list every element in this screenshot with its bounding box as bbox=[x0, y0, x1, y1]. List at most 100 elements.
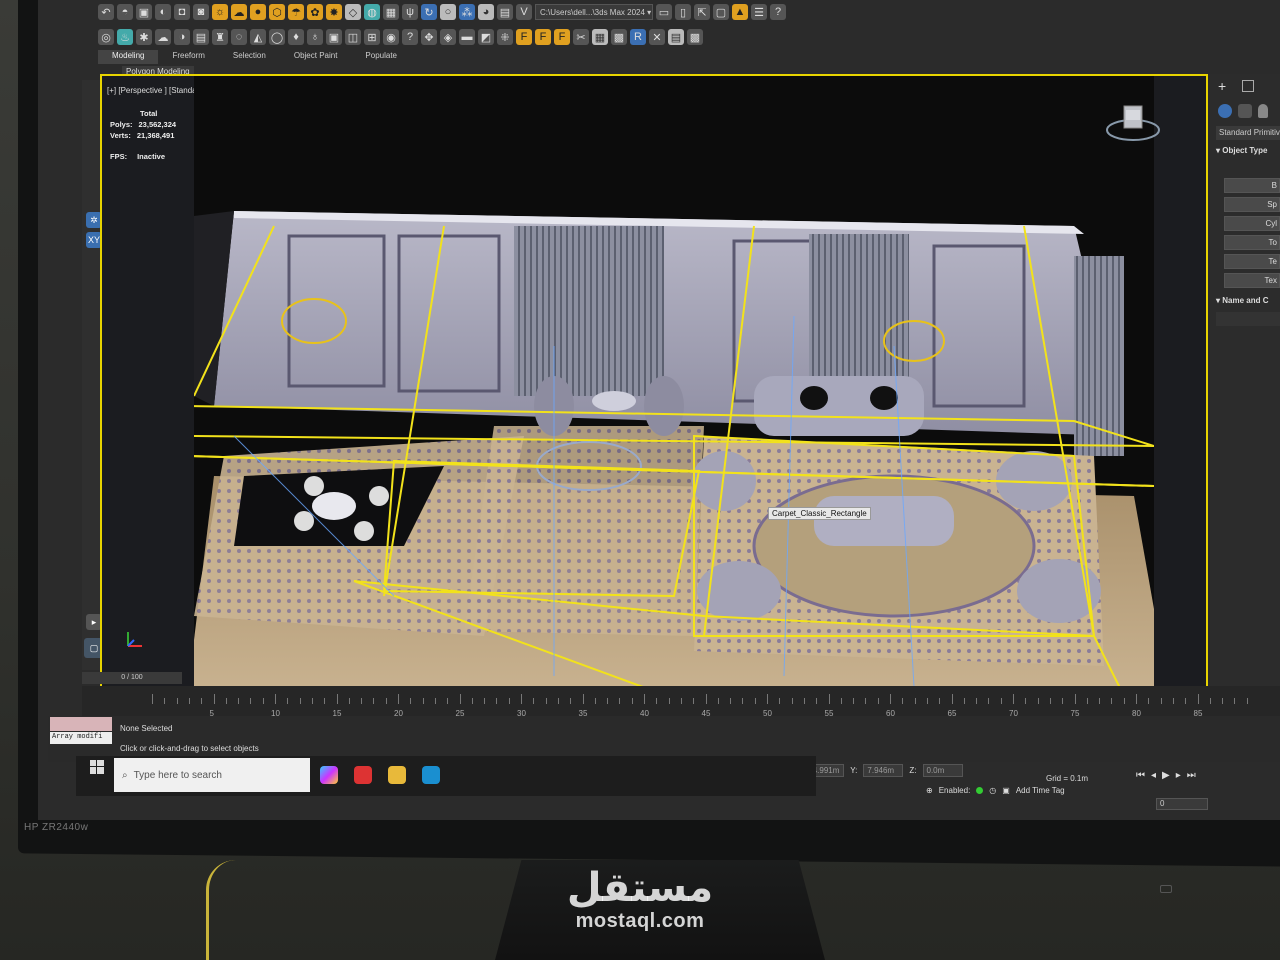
lamp-icon[interactable]: ♜ bbox=[212, 29, 228, 45]
taskbar-search[interactable]: ⌕ Type here to search bbox=[114, 758, 310, 792]
gamepad-icon[interactable]: ◎ bbox=[98, 29, 114, 45]
forest-fs-icon[interactable]: F bbox=[535, 29, 551, 45]
maxscript-listener[interactable] bbox=[50, 717, 112, 731]
sheet-icon[interactable]: ▤ bbox=[668, 29, 684, 45]
modify-tab-icon[interactable] bbox=[1242, 80, 1254, 92]
green-box-icon[interactable]: ▩ bbox=[611, 29, 627, 45]
key-icon[interactable]: ⊕ bbox=[926, 786, 933, 795]
cloud2-icon[interactable]: ☁ bbox=[155, 29, 171, 45]
scene-render[interactable] bbox=[194, 76, 1154, 722]
hex-icon[interactable]: ⬡ bbox=[269, 4, 285, 20]
previous-frame-icon[interactable]: ◂ bbox=[1151, 770, 1156, 781]
flower-icon[interactable]: ✿ bbox=[307, 4, 323, 20]
panel-icon[interactable]: ▩ bbox=[687, 29, 703, 45]
create-tab-icon[interactable]: + bbox=[1218, 78, 1226, 94]
shapes-icon[interactable] bbox=[1238, 104, 1252, 118]
time-tag-icon[interactable]: ▣ bbox=[1002, 786, 1010, 795]
frame-icon[interactable]: ▣ bbox=[326, 29, 342, 45]
table-icon[interactable]: ▦ bbox=[592, 29, 608, 45]
layers-icon[interactable]: ▤ bbox=[497, 4, 513, 20]
project-path-dropdown[interactable]: C:\Users\dell...\3ds Max 2024 ▾ bbox=[535, 4, 653, 20]
windows-start-icon[interactable] bbox=[90, 760, 104, 774]
dots-icon[interactable]: ⁂ bbox=[459, 4, 475, 20]
cone-icon[interactable]: ◭ bbox=[250, 29, 266, 45]
notes-icon[interactable]: ▤ bbox=[193, 29, 209, 45]
split-icon[interactable]: ◫ bbox=[345, 29, 361, 45]
warning-icon[interactable]: ▲ bbox=[732, 4, 748, 20]
tile-icon[interactable]: ⊞ bbox=[364, 29, 380, 45]
help-icon[interactable]: ? bbox=[770, 4, 786, 20]
window-icon[interactable]: ▢ bbox=[713, 4, 729, 20]
sphere-icon[interactable]: ● bbox=[250, 4, 266, 20]
render-icon[interactable]: ◘ bbox=[174, 4, 190, 20]
teapot-icon[interactable]: ◓ bbox=[117, 4, 133, 20]
grid-icon[interactable]: ▦ bbox=[383, 4, 399, 20]
clock-icon[interactable]: ◷ bbox=[989, 786, 996, 795]
name-and-color-header[interactable]: ▾ Name and C bbox=[1216, 296, 1268, 305]
play-icon[interactable]: ▶ bbox=[1162, 770, 1170, 781]
cylinder-button[interactable]: Cyl bbox=[1224, 216, 1280, 231]
vray-icon[interactable]: V bbox=[516, 4, 532, 20]
3dsmax-taskbar-icon[interactable] bbox=[422, 766, 440, 784]
sphere-button[interactable]: Sp bbox=[1224, 197, 1280, 212]
grass-icon[interactable]: ψ bbox=[402, 4, 418, 20]
camera-icon[interactable]: ◙ bbox=[193, 4, 209, 20]
tab-freeform[interactable]: Freeform bbox=[158, 50, 218, 64]
geometry-icon[interactable] bbox=[1218, 104, 1232, 118]
flame-icon[interactable]: ♦ bbox=[288, 29, 304, 45]
cube-icon[interactable]: ◇ bbox=[345, 4, 361, 20]
tab-modeling[interactable]: Modeling bbox=[98, 50, 159, 64]
refresh-icon[interactable]: ↻ bbox=[421, 4, 437, 20]
export-icon[interactable]: ⇱ bbox=[694, 4, 710, 20]
star-icon[interactable]: ✸ bbox=[326, 4, 342, 20]
tab-populate[interactable]: Populate bbox=[351, 50, 411, 64]
eye-icon[interactable]: ◉ bbox=[383, 29, 399, 45]
umbrella-icon[interactable]: ☂ bbox=[288, 4, 304, 20]
tab-selection[interactable]: Selection bbox=[219, 50, 280, 64]
lights-icon[interactable] bbox=[1258, 104, 1268, 118]
current-frame-field[interactable]: 0 bbox=[1156, 798, 1208, 810]
trash-icon[interactable]: ▬ bbox=[459, 29, 475, 45]
forest-fp-icon[interactable]: F bbox=[554, 29, 570, 45]
perspective-viewport[interactable]: [+] [Perspective ] [Standard ] [Default … bbox=[100, 74, 1208, 722]
torus-button[interactable]: To bbox=[1224, 235, 1280, 250]
save-icon[interactable]: ▯ bbox=[675, 4, 691, 20]
wrench-icon[interactable]: ✕ bbox=[649, 29, 665, 45]
primitive-type-dropdown[interactable]: Standard Primitives bbox=[1216, 126, 1280, 140]
question-icon[interactable]: ? bbox=[402, 29, 418, 45]
light-icon[interactable]: ✱ bbox=[136, 29, 152, 45]
z-field[interactable]: 0.0m bbox=[922, 764, 963, 777]
go-to-start-icon[interactable]: ⏮ bbox=[1136, 770, 1145, 781]
tab-object-paint[interactable]: Object Paint bbox=[280, 50, 352, 64]
bulb-icon[interactable]: ♁ bbox=[307, 29, 323, 45]
viewcube-icon[interactable] bbox=[1104, 98, 1162, 148]
teapot-button[interactable]: Te bbox=[1224, 254, 1280, 269]
forest-f-icon[interactable]: F bbox=[516, 29, 532, 45]
ring-icon[interactable]: ◯ bbox=[269, 29, 285, 45]
object-type-header[interactable]: ▾ Object Type bbox=[1216, 146, 1267, 155]
torus-icon[interactable]: ◌ bbox=[231, 29, 247, 45]
cloud-icon[interactable]: ☁ bbox=[231, 4, 247, 20]
tools-icon[interactable]: ✂ bbox=[573, 29, 589, 45]
lightbulb-icon[interactable]: ♨ bbox=[117, 29, 133, 45]
next-frame-icon[interactable]: ▸ bbox=[1176, 770, 1181, 781]
globe-icon[interactable]: ◍ bbox=[364, 4, 380, 20]
copilot-icon[interactable] bbox=[320, 766, 338, 784]
enabled-indicator-icon[interactable] bbox=[976, 787, 984, 794]
folder-icon[interactable]: ▭ bbox=[656, 4, 672, 20]
box-button[interactable]: B bbox=[1224, 178, 1280, 193]
undo-icon[interactable]: ↶ bbox=[98, 4, 114, 20]
move-icon[interactable]: ✥ bbox=[421, 29, 437, 45]
app-red-icon[interactable] bbox=[354, 766, 372, 784]
name-field[interactable] bbox=[1216, 312, 1280, 326]
list-icon[interactable]: ☰ bbox=[751, 4, 767, 20]
maxscript-field[interactable]: Array modifi bbox=[50, 732, 112, 744]
time-slider[interactable]: 0 / 100 bbox=[82, 672, 182, 684]
network-icon[interactable]: ⁜ bbox=[497, 29, 513, 45]
y-field[interactable]: 7.946m bbox=[863, 764, 904, 777]
ball-icon[interactable]: ○ bbox=[440, 4, 456, 20]
text-plus-button[interactable]: Tex bbox=[1224, 273, 1280, 288]
sky-icon[interactable]: ◑ bbox=[174, 29, 190, 45]
add-time-tag-button[interactable]: Add Time Tag bbox=[1016, 786, 1065, 795]
scene-icon[interactable]: ◩ bbox=[478, 29, 494, 45]
